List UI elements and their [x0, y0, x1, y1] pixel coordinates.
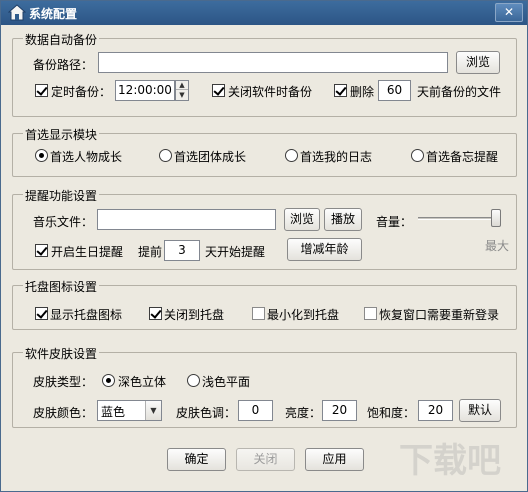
- backup-group: 数据自动备份: [12, 31, 517, 117]
- module-label-person-growth: 首选人物成长: [50, 150, 123, 164]
- skin-hue-label: 皮肤色调：: [176, 406, 237, 420]
- backup-path-input[interactable]: [98, 52, 448, 73]
- scheduled-backup-checkbox[interactable]: [35, 84, 48, 97]
- module-label-memo: 首选备忘提醒: [426, 150, 499, 164]
- ok-button[interactable]: 确定: [167, 448, 226, 471]
- brightness-input[interactable]: 20: [322, 400, 357, 421]
- music-file-label: 音乐文件：: [33, 215, 94, 229]
- backup-on-close-checkbox[interactable]: [212, 84, 225, 97]
- spin-down-icon[interactable]: ▼: [176, 91, 188, 100]
- relogin-on-restore-checkbox[interactable]: [364, 307, 377, 320]
- window-title: 系统配置: [29, 7, 78, 21]
- volume-slider-thumb[interactable]: [491, 209, 501, 227]
- brightness-label: 亮度：: [285, 406, 322, 420]
- saturation-input[interactable]: 20: [418, 400, 453, 421]
- skin-color-label: 皮肤颜色：: [33, 406, 94, 420]
- skin-color-select[interactable]: 蓝色 ▼: [97, 400, 162, 421]
- close-to-tray-label: 关闭到托盘: [164, 308, 225, 322]
- system-config-dialog: 系统配置 ✕ 数据自动备份 备份路径： 浏览 定时备份： 12:00:00 ▲ …: [0, 0, 528, 492]
- skin-type-radio-light[interactable]: [187, 374, 200, 387]
- skin-hue-input[interactable]: 0: [238, 400, 273, 421]
- tray-group-title: 托盘图标设置: [23, 278, 100, 295]
- saturation-label: 饱和度：: [367, 406, 416, 420]
- site-watermark: 下载吧: [399, 441, 501, 481]
- close-button: 关闭: [236, 448, 295, 471]
- module-label-group-growth: 首选团体成长: [174, 150, 247, 164]
- module-label-my-diary: 首选我的日志: [300, 150, 373, 164]
- minimize-to-tray-label: 最小化到托盘: [267, 308, 340, 322]
- relogin-on-restore-label: 恢复窗口需要重新登录: [379, 308, 500, 322]
- delete-days-input[interactable]: 60: [378, 80, 411, 101]
- volume-label: 音量：: [376, 215, 413, 229]
- skin-type-label: 皮肤类型：: [33, 375, 94, 389]
- module-radio-person-growth[interactable]: [35, 149, 48, 162]
- advance-days-input[interactable]: 3: [164, 240, 200, 261]
- skin-type-label-dark: 深色立体: [118, 375, 167, 389]
- birthday-reminder-checkbox[interactable]: [35, 244, 48, 257]
- reminder-group-title: 提醒功能设置: [23, 187, 100, 204]
- close-to-tray-checkbox[interactable]: [149, 307, 162, 320]
- music-browse-button[interactable]: 浏览: [284, 208, 320, 231]
- skin-type-radio-dark[interactable]: [102, 374, 115, 387]
- home-icon: [7, 4, 27, 22]
- show-tray-icon-label: 显示托盘图标: [50, 308, 123, 322]
- backup-on-close-label: 关闭软件时备份: [228, 85, 313, 99]
- title-bar[interactable]: 系统配置 ✕: [1, 1, 527, 25]
- delete-days-suffix: 天前备份的文件: [417, 85, 502, 99]
- delete-old-backups-checkbox[interactable]: [334, 84, 347, 97]
- skin-group-title: 软件皮肤设置: [23, 345, 100, 362]
- module-radio-memo[interactable]: [411, 149, 424, 162]
- skin-default-button[interactable]: 默认: [459, 399, 501, 422]
- backup-time-spinner[interactable]: ▲ ▼: [175, 80, 189, 101]
- skin-type-label-light: 浅色平面: [202, 375, 251, 389]
- minimize-to-tray-checkbox[interactable]: [252, 307, 265, 320]
- module-radio-my-diary[interactable]: [285, 149, 298, 162]
- spin-up-icon[interactable]: ▲: [176, 81, 188, 90]
- delete-old-backups-label: 删除: [350, 85, 375, 99]
- advance-days-suffix: 天开始提醒: [205, 245, 266, 259]
- module-radio-group-growth[interactable]: [159, 149, 172, 162]
- show-tray-icon-checkbox[interactable]: [35, 307, 48, 320]
- preferred-module-group-title: 首选显示模块: [23, 126, 100, 143]
- music-file-input[interactable]: [97, 209, 276, 230]
- backup-group-title: 数据自动备份: [23, 31, 100, 48]
- close-window-button[interactable]: ✕: [495, 3, 523, 22]
- scheduled-backup-label: 定时备份：: [51, 85, 112, 99]
- chevron-down-icon[interactable]: ▼: [145, 401, 161, 420]
- skin-color-value: 蓝色: [101, 405, 126, 419]
- apply-button[interactable]: 应用: [305, 448, 364, 471]
- adjust-age-button[interactable]: 增减年龄: [287, 238, 362, 261]
- volume-max-label: 最大: [485, 239, 510, 253]
- backup-path-label: 备份路径：: [33, 58, 94, 72]
- music-play-button[interactable]: 播放: [324, 208, 362, 231]
- volume-slider[interactable]: [418, 217, 501, 220]
- birthday-reminder-label: 开启生日提醒: [51, 245, 124, 259]
- close-icon: ✕: [503, 5, 515, 19]
- advance-label: 提前: [138, 245, 163, 259]
- backup-time-input[interactable]: 12:00:00: [115, 80, 175, 101]
- backup-browse-button[interactable]: 浏览: [456, 51, 500, 74]
